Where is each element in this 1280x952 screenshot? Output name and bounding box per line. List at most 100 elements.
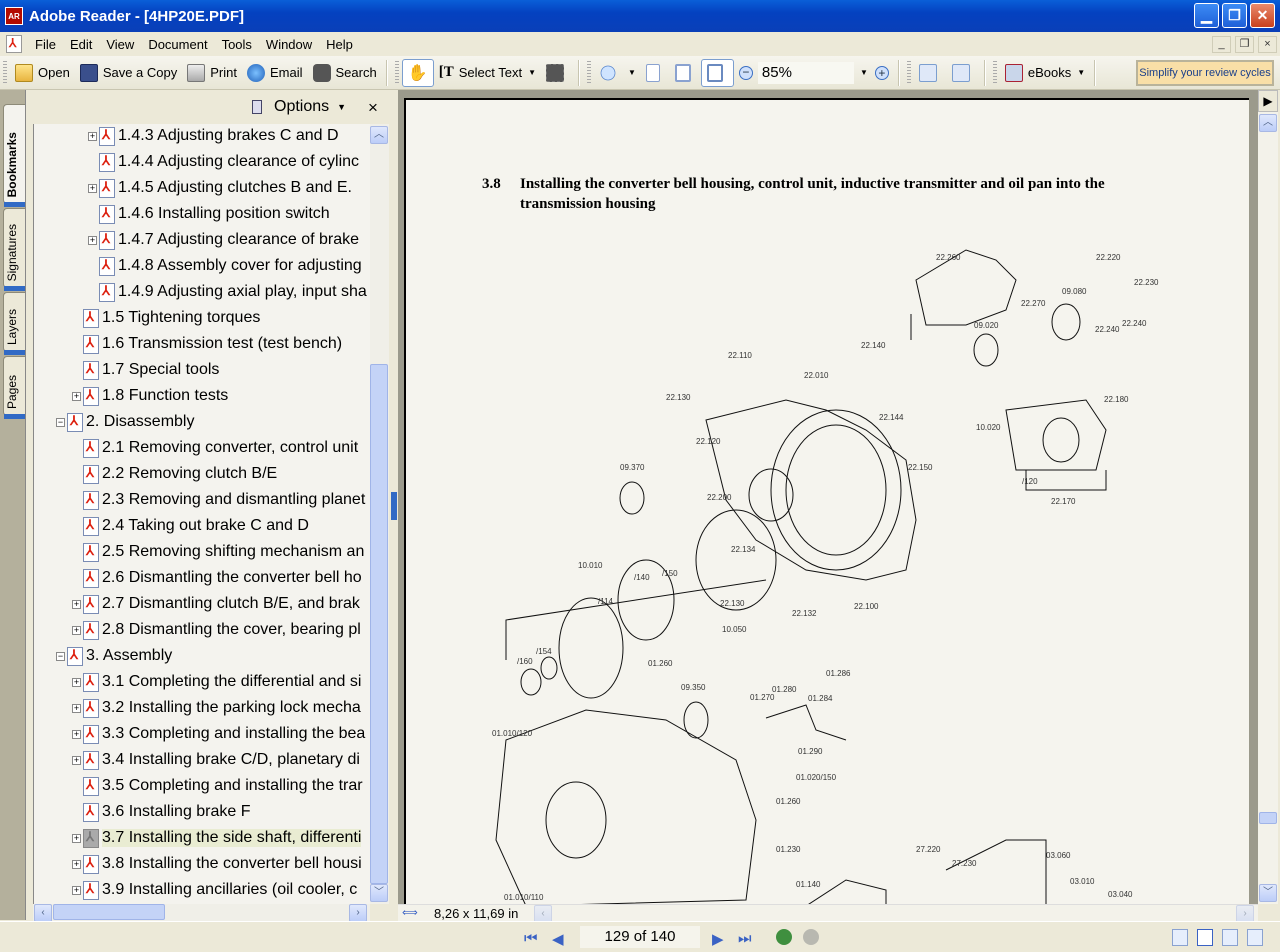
- expand-icon[interactable]: +: [88, 235, 97, 245]
- email-button[interactable]: Email: [242, 59, 308, 87]
- search-button[interactable]: Search: [308, 59, 382, 87]
- bookmark-item[interactable]: 2.3 Removing and dismantling planet: [72, 488, 365, 512]
- toolbar-grip[interactable]: [906, 60, 911, 85]
- bookmark-item[interactable]: +3.7 Installing the side shaft, differen…: [72, 826, 362, 850]
- select-text-button[interactable]: [T Select Text ▼: [434, 59, 541, 87]
- bookmark-item[interactable]: +3.4 Installing brake C/D, planetary di: [72, 748, 360, 772]
- splitter-handle[interactable]: [391, 492, 397, 520]
- collapse-icon[interactable]: −: [56, 651, 65, 661]
- chevron-down-icon[interactable]: ▼: [1077, 68, 1085, 77]
- menu-edit[interactable]: Edit: [63, 37, 99, 52]
- bookmark-item[interactable]: +2.7 Dismantling clutch B/E, and brak: [72, 592, 360, 616]
- bookmark-item[interactable]: 2.4 Taking out brake C and D: [72, 514, 309, 538]
- promo-button[interactable]: Simplify your review cycles: [1136, 60, 1274, 86]
- zoom-in-tool-button[interactable]: ▼: [594, 59, 641, 87]
- bookmark-item[interactable]: 1.4.8 Assembly cover for adjusting: [88, 254, 362, 278]
- scroll-left-button[interactable]: ‹: [34, 904, 52, 922]
- menu-window[interactable]: Window: [259, 37, 319, 52]
- bookmark-item[interactable]: +2.8 Dismantling the cover, bearing pl: [72, 618, 361, 642]
- zoom-out-button[interactable]: −: [734, 59, 758, 87]
- expand-icon[interactable]: +: [72, 599, 81, 609]
- scroll-thumb[interactable]: [1259, 812, 1277, 824]
- collapse-icon[interactable]: −: [56, 417, 65, 427]
- continuous-facing-view-button[interactable]: [1222, 929, 1238, 946]
- doc-minimize-button[interactable]: _: [1212, 36, 1231, 53]
- scroll-down-button[interactable]: ﹀: [370, 884, 388, 902]
- expand-icon[interactable]: +: [72, 703, 81, 713]
- expand-icon[interactable]: +: [72, 677, 81, 687]
- toolbar-grip[interactable]: [586, 60, 591, 85]
- tab-signatures[interactable]: Signatures: [3, 208, 25, 291]
- doc-close-button[interactable]: ×: [1258, 36, 1277, 53]
- bookmark-item[interactable]: +3.2 Installing the parking lock mecha: [72, 696, 361, 720]
- bookmark-item[interactable]: − 3. Assembly: [56, 644, 172, 668]
- continuous-view-button[interactable]: [1197, 929, 1213, 946]
- zoom-level-input[interactable]: 85% ▼: [757, 61, 868, 84]
- tab-layers[interactable]: Layers: [3, 292, 25, 355]
- print-button[interactable]: Print: [182, 59, 242, 87]
- scroll-down-button[interactable]: ﹀: [1259, 884, 1277, 902]
- toolbar-grip[interactable]: [992, 60, 997, 85]
- restore-button[interactable]: ❐: [1222, 3, 1247, 28]
- bookmark-item[interactable]: 3.5 Completing and installing the trar: [72, 774, 363, 798]
- options-menu-button[interactable]: Options ▼: [252, 98, 346, 116]
- scroll-up-button[interactable]: ︿: [370, 126, 388, 144]
- page-number-input[interactable]: 129 of 140: [580, 926, 700, 948]
- minimize-button[interactable]: ▁: [1194, 3, 1219, 28]
- chevron-down-icon[interactable]: ▼: [628, 68, 636, 77]
- bookmark-item[interactable]: 1.4.9 Adjusting axial play, input sha: [88, 280, 367, 304]
- bookmark-item[interactable]: +1.4.7 Adjusting clearance of brake: [88, 228, 359, 252]
- tab-bookmarks[interactable]: Bookmarks: [3, 104, 25, 207]
- split-handle-icon[interactable]: ⟺: [402, 906, 418, 919]
- bookmark-item[interactable]: +3.1 Completing the differential and si: [72, 670, 361, 694]
- bookmark-item[interactable]: 1.5 Tightening torques: [72, 306, 260, 330]
- expand-icon[interactable]: +: [72, 391, 81, 401]
- bookmark-item[interactable]: − 2. Disassembly: [56, 410, 194, 434]
- menu-document[interactable]: Document: [141, 37, 214, 52]
- facing-view-button[interactable]: [1247, 929, 1263, 946]
- single-page-view-button[interactable]: [1172, 929, 1188, 946]
- scroll-thumb[interactable]: [53, 904, 165, 920]
- expand-icon[interactable]: +: [72, 625, 81, 635]
- bookmarks-vertical-scrollbar[interactable]: ︿ ﹀: [370, 124, 389, 904]
- menu-help[interactable]: Help: [319, 37, 360, 52]
- menu-file[interactable]: File: [28, 37, 63, 52]
- rotate-clockwise-button[interactable]: [914, 59, 947, 87]
- previous-page-button[interactable]: ◀: [552, 930, 564, 948]
- last-page-button[interactable]: ⏭: [738, 930, 752, 947]
- bookmark-item[interactable]: 2.2 Removing clutch B/E: [72, 462, 277, 486]
- bookmarks-horizontal-scrollbar[interactable]: ‹ ›: [33, 904, 370, 922]
- bookmark-item[interactable]: 1.4.4 Adjusting clearance of cylinc: [88, 150, 359, 174]
- panel-splitter[interactable]: [390, 90, 398, 920]
- bookmark-item[interactable]: +3.8 Installing the converter bell housi: [72, 852, 362, 876]
- expand-icon[interactable]: +: [72, 885, 81, 895]
- toolbar-grip[interactable]: [3, 60, 7, 85]
- expand-icon[interactable]: +: [72, 755, 81, 765]
- chevron-down-icon[interactable]: ▼: [528, 68, 536, 77]
- document-vertical-scrollbar[interactable]: ︿ ﹀: [1258, 112, 1278, 904]
- expand-icon[interactable]: +: [72, 833, 81, 843]
- close-button[interactable]: ✕: [1250, 3, 1275, 28]
- bookmark-item[interactable]: +3.9 Installing ancillaries (oil cooler,…: [72, 878, 357, 902]
- next-view-button[interactable]: [803, 929, 819, 945]
- bookmark-item[interactable]: +3.3 Completing and installing the bea: [72, 722, 365, 746]
- zoom-dropdown-chevron-icon[interactable]: ▼: [860, 62, 868, 84]
- expand-icon[interactable]: +: [72, 729, 81, 739]
- bookmark-item[interactable]: 1.4.6 Installing position switch: [88, 202, 330, 226]
- bookmark-item[interactable]: +1.4.3 Adjusting brakes C and D: [88, 124, 339, 148]
- expand-icon[interactable]: +: [88, 183, 97, 193]
- panel-close-button[interactable]: ×: [368, 98, 378, 118]
- open-button[interactable]: Open: [10, 59, 75, 87]
- menu-tools[interactable]: Tools: [215, 37, 259, 52]
- previous-view-button[interactable]: [776, 929, 792, 945]
- rotate-counterclockwise-button[interactable]: [947, 59, 980, 87]
- ebooks-button[interactable]: eBooks ▼: [1000, 59, 1090, 87]
- bookmark-item[interactable]: 3.6 Installing brake F: [72, 800, 251, 824]
- zoom-in-button[interactable]: +: [870, 59, 894, 87]
- next-page-button[interactable]: ▶: [712, 930, 724, 948]
- hand-tool-button[interactable]: ✋: [401, 58, 434, 87]
- fit-page-button[interactable]: [670, 59, 701, 87]
- bookmark-item[interactable]: 1.7 Special tools: [72, 358, 219, 382]
- bookmark-item[interactable]: 1.6 Transmission test (test bench): [72, 332, 342, 356]
- bookmark-item[interactable]: +1.8 Function tests: [72, 384, 228, 408]
